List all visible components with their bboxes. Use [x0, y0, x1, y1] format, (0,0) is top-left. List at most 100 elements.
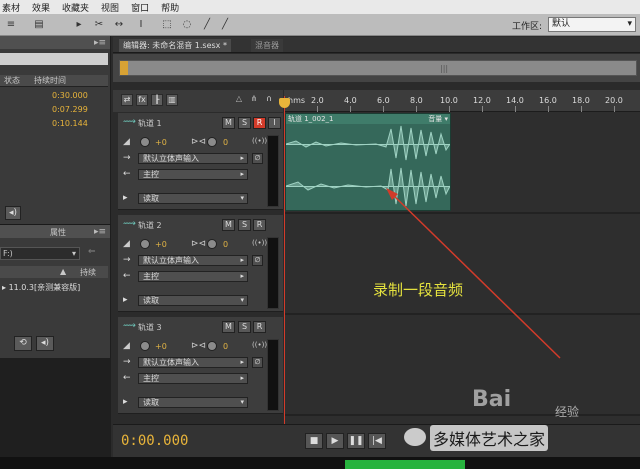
time-ruler[interactable]: hms 2.0 4.0 6.0 8.0 10.0 12.0 14.0 16.0 … — [284, 90, 640, 112]
record-arm-button[interactable]: R — [253, 219, 266, 231]
stereo-icon[interactable]: ((•)) — [252, 137, 267, 145]
tab-editor[interactable]: 编辑器: 未命名混音 1.sesx * — [119, 39, 231, 52]
status-strip — [0, 457, 640, 469]
mute-button[interactable]: M — [222, 219, 235, 231]
stereo-icon[interactable]: ((•)) — [252, 341, 267, 349]
tab-mixer[interactable]: 混音器 — [251, 39, 283, 52]
audio-track-icon: ⟿ — [123, 219, 136, 229]
automation-select[interactable]: 读取 ▾ — [138, 193, 248, 204]
sends-icon[interactable]: ┠ — [151, 94, 163, 106]
pan-value[interactable]: 0 — [223, 342, 228, 351]
go-to-start-icon[interactable]: |◀ — [368, 433, 386, 449]
lasso-tool-icon[interactable]: ◌ — [180, 18, 194, 31]
expand-arrow-icon[interactable]: ▸ — [123, 295, 128, 305]
multitrack-view-icon[interactable]: ▤ — [32, 18, 46, 31]
loop-icon[interactable]: ⟲ — [14, 336, 32, 351]
file-row[interactable]: 0:07.299 — [0, 105, 108, 119]
pan-knob[interactable] — [207, 239, 217, 249]
waveform-view-icon[interactable]: ≡ — [4, 18, 18, 31]
volume-value[interactable]: +0 — [155, 138, 167, 147]
menu-item-window[interactable]: 窗口 — [131, 1, 149, 14]
pan-knob[interactable] — [207, 341, 217, 351]
clip-volume-label[interactable]: 音量 ▾ — [428, 114, 448, 124]
insert-into-multitrack-icon[interactable]: ◂) — [5, 206, 21, 220]
file-row[interactable]: 0:10.144 — [0, 119, 108, 133]
grip-icon[interactable]: ||| — [440, 64, 448, 73]
snap-icon[interactable]: ⋔ — [248, 94, 260, 106]
play-icon[interactable]: ▶ — [326, 433, 344, 449]
razor-tool-icon[interactable]: ✂ — [92, 18, 106, 31]
phase-icon[interactable]: ∅ — [252, 153, 263, 164]
phase-icon[interactable]: ∅ — [252, 255, 263, 266]
effects-rack-icon[interactable]: fx — [136, 94, 148, 106]
column-duration[interactable]: 持续时间 — [20, 75, 66, 86]
panel-menu-icon[interactable]: ▸≡ — [94, 227, 106, 237]
list-item[interactable]: ▸ 11.0.3[亲测兼容版] — [0, 282, 108, 294]
solo-button[interactable]: S — [238, 321, 251, 333]
eq-icon[interactable]: ▥ — [166, 94, 178, 106]
stop-icon[interactable]: ■ — [305, 433, 323, 449]
file-row[interactable]: 0:30.000 — [0, 91, 108, 105]
expand-arrow-icon[interactable]: ▸ — [123, 193, 128, 203]
automation-select[interactable]: 读取 ▾ — [138, 397, 248, 408]
marquee-tool-icon[interactable]: ⬚ — [160, 18, 174, 31]
output-select[interactable]: 主控 ▸ — [138, 373, 248, 384]
volume-knob[interactable] — [140, 239, 150, 249]
brush-tool-icon[interactable]: ╱ — [200, 18, 214, 31]
back-arrow-icon[interactable]: ⇐ — [88, 247, 96, 257]
monitor-input-button[interactable]: I — [268, 117, 281, 129]
time-display[interactable]: 0:00.000 — [121, 433, 188, 449]
menu-item-material[interactable]: 素材 — [2, 1, 20, 14]
menu-item-favorites[interactable]: 收藏夹 — [62, 1, 89, 14]
solo-button[interactable]: S — [238, 219, 251, 231]
pan-value[interactable]: 0 — [223, 138, 228, 147]
pan-value[interactable]: 0 — [223, 240, 228, 249]
volume-value[interactable]: +0 — [155, 342, 167, 351]
column-duration[interactable]: 持续 — [80, 267, 96, 278]
record-arm-button[interactable]: R — [253, 117, 266, 129]
mute-button[interactable]: M — [222, 117, 235, 129]
track-name[interactable]: 轨道 3 — [138, 322, 162, 333]
menu-item-effects[interactable]: 效果 — [32, 1, 50, 14]
input-select[interactable]: 默认立体声输入 ▸ — [138, 153, 248, 164]
input-select[interactable]: 默认立体声输入 ▸ — [138, 357, 248, 368]
phase-icon[interactable]: ∅ — [252, 357, 263, 368]
time-selection-tool-icon[interactable]: I — [134, 18, 148, 31]
track-name[interactable]: 轨道 1 — [138, 118, 162, 129]
sort-up-icon[interactable]: ▲ — [60, 267, 66, 276]
headphones-icon[interactable]: ∩ — [263, 94, 275, 106]
heal-tool-icon[interactable]: ╱ — [218, 18, 232, 31]
pan-knob[interactable] — [207, 137, 217, 147]
clip-title-bar[interactable]: 轨道 1_002_1 音量 ▾ — [286, 114, 450, 124]
pause-icon[interactable]: ❚❚ — [347, 433, 365, 449]
metronome-icon[interactable]: △ — [233, 94, 245, 106]
overview-scroll-bar[interactable]: ||| — [119, 60, 637, 76]
move-tool-icon[interactable]: ▸ — [72, 18, 86, 31]
slip-tool-icon[interactable]: ↔ — [112, 18, 126, 31]
menu-item-view[interactable]: 视图 — [101, 1, 119, 14]
output-select[interactable]: 主控 ▸ — [138, 169, 248, 180]
column-status[interactable]: 状态 — [0, 75, 20, 86]
expand-arrow-icon[interactable]: ▸ — [123, 397, 128, 407]
files-search-input[interactable] — [0, 53, 108, 65]
tab-properties[interactable]: 属性 — [50, 227, 66, 238]
volume-knob[interactable] — [140, 137, 150, 147]
volume-knob[interactable] — [140, 341, 150, 351]
output-select[interactable]: 主控 ▸ — [138, 271, 248, 282]
drive-select[interactable]: F:) ▾ — [0, 247, 80, 260]
workspace-select[interactable]: 默认 ▾ — [548, 17, 636, 32]
mute-button[interactable]: M — [222, 321, 235, 333]
panel-menu-icon[interactable]: ▸≡ — [94, 38, 106, 48]
auto-play-icon[interactable]: ◂) — [36, 336, 54, 351]
input-row: → 默认立体声输入 ▸ ∅ — [123, 255, 263, 267]
overview-playhead[interactable] — [120, 61, 128, 75]
record-arm-button[interactable]: R — [253, 321, 266, 333]
automation-select[interactable]: 读取 ▾ — [138, 295, 248, 306]
inputs-outputs-icon[interactable]: ⇄ — [121, 94, 133, 106]
input-select[interactable]: 默认立体声输入 ▸ — [138, 255, 248, 266]
track-name[interactable]: 轨道 2 — [138, 220, 162, 231]
stereo-icon[interactable]: ((•)) — [252, 239, 267, 247]
solo-button[interactable]: S — [238, 117, 251, 129]
volume-value[interactable]: +0 — [155, 240, 167, 249]
menu-item-help[interactable]: 帮助 — [161, 1, 179, 14]
